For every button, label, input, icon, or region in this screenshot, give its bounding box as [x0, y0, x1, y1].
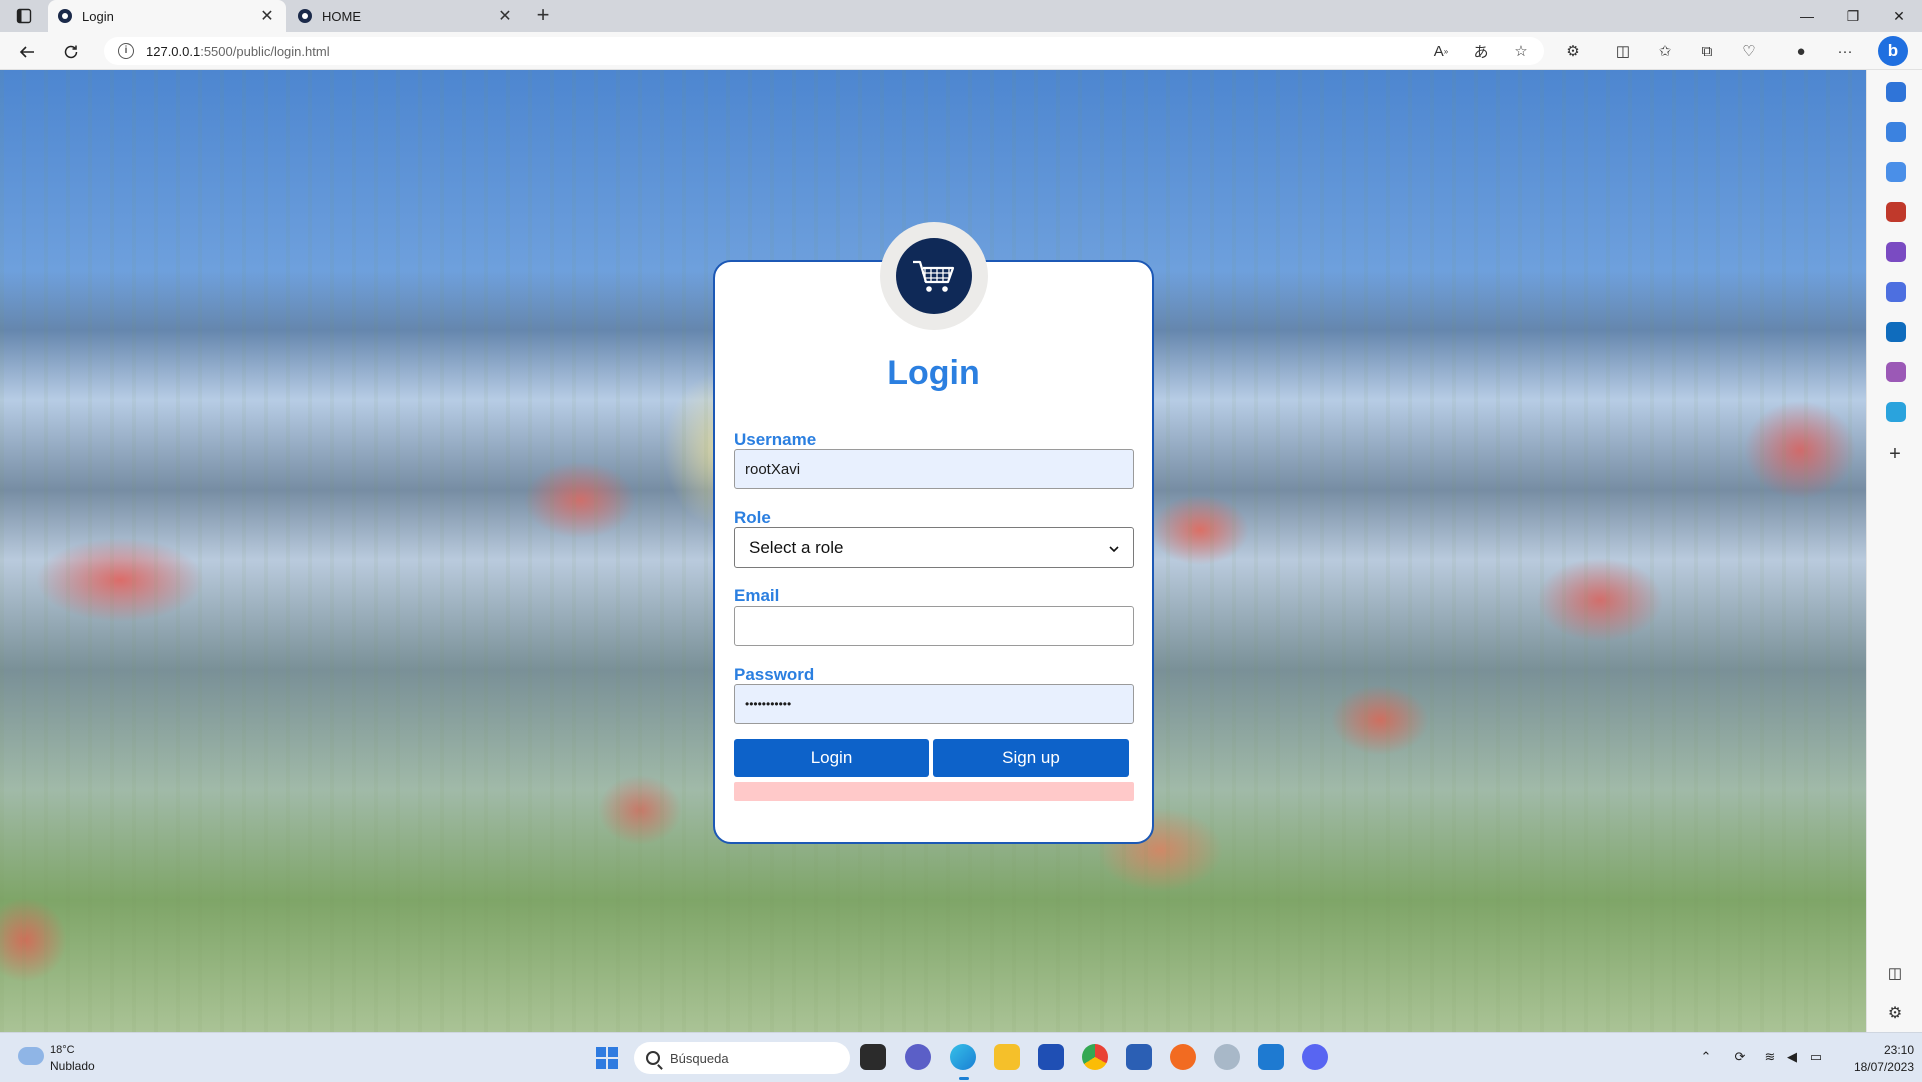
new-tab-button[interactable]: +: [530, 3, 556, 29]
username-input[interactable]: rootXavi: [734, 449, 1134, 489]
discord-icon[interactable]: [1302, 1044, 1328, 1070]
page-title: Login: [887, 354, 980, 392]
password-label: Password: [734, 665, 815, 684]
email-input[interactable]: [734, 606, 1134, 646]
word-icon[interactable]: [1126, 1044, 1152, 1070]
chrome-icon[interactable]: [1082, 1044, 1108, 1070]
login-button[interactable]: Login: [734, 739, 929, 777]
tab-strip: Login ✕ HOME ✕ + — ❐ ✕: [0, 0, 1922, 32]
designer-icon[interactable]: [1886, 362, 1906, 382]
add-icon[interactable]: +: [1885, 444, 1905, 464]
close-window-button[interactable]: ✕: [1876, 0, 1922, 32]
settings-icon[interactable]: ⚙: [1885, 1004, 1905, 1024]
more-icon[interactable]: ···: [1834, 40, 1856, 62]
performance-icon[interactable]: ♡: [1738, 40, 1760, 62]
file-explorer-icon[interactable]: [994, 1044, 1020, 1070]
telegram-icon[interactable]: [1886, 402, 1906, 422]
wifi-icon[interactable]: ≋: [1762, 1049, 1778, 1065]
search-icon: [646, 1051, 660, 1065]
favorites-icon[interactable]: ✩: [1654, 40, 1676, 62]
signup-button[interactable]: Sign up: [933, 739, 1129, 777]
split-screen-icon[interactable]: ◫: [1612, 40, 1634, 62]
bing-copilot-button[interactable]: b: [1878, 36, 1908, 66]
tab-label: Login: [82, 8, 114, 24]
address-bar[interactable]: i 127.0.0.1:5500/public/login.html: [104, 37, 1544, 65]
page-background: Login Username rootXavi Role Select a ro…: [0, 70, 1866, 1032]
active-indicator: [959, 1077, 969, 1080]
sidebar-toggle-icon[interactable]: ◫: [1885, 964, 1905, 984]
taskbar: 18°C Nublado Búsqueda ⌃ ⟳ ≋ ◀ ▭ 23:10 18…: [0, 1032, 1922, 1082]
teams-icon[interactable]: [905, 1044, 931, 1070]
toolbox-icon[interactable]: [1886, 202, 1906, 222]
info-icon[interactable]: i: [118, 43, 134, 59]
weather-temperature: 18°C: [50, 1044, 75, 1056]
edge-sidebar: + ◫ ⚙: [1866, 70, 1922, 1032]
tab-actions-icon[interactable]: [8, 4, 40, 28]
collections-icon[interactable]: ⧉: [1696, 40, 1718, 62]
translate-icon[interactable]: あ: [1470, 40, 1492, 62]
windows-start-icon[interactable]: [596, 1047, 618, 1069]
refresh-icon[interactable]: [58, 39, 84, 65]
weather-description: Nublado: [50, 1059, 95, 1073]
tab-label: HOME: [322, 8, 361, 24]
extensions-icon[interactable]: ⚙: [1562, 40, 1584, 62]
games-icon[interactable]: [1886, 242, 1906, 262]
sync-icon[interactable]: ⟳: [1732, 1049, 1748, 1065]
clock-date[interactable]: 18/07/2023: [1840, 1060, 1914, 1074]
task-view-icon[interactable]: [860, 1044, 886, 1070]
clock-time[interactable]: 23:10: [1868, 1043, 1914, 1057]
office-icon[interactable]: [1886, 282, 1906, 302]
password-input[interactable]: •••••••••••: [734, 684, 1134, 724]
site-favicon-icon: [298, 9, 312, 23]
role-select-value: Select a role: [749, 537, 844, 557]
outlook-icon[interactable]: [1886, 322, 1906, 342]
role-label: Role: [734, 508, 771, 527]
volume-icon[interactable]: ◀: [1784, 1049, 1800, 1065]
close-tab-icon[interactable]: ✕: [258, 6, 276, 26]
email-label: Email: [734, 586, 780, 605]
read-aloud-icon[interactable]: A»: [1430, 40, 1452, 62]
chevron-up-icon[interactable]: ⌃: [1698, 1049, 1714, 1065]
chevron-down-icon: [1109, 538, 1119, 558]
close-tab-icon[interactable]: ✕: [496, 6, 514, 26]
store-icon[interactable]: [1038, 1044, 1064, 1070]
login-card: Login Username rootXavi Role Select a ro…: [713, 222, 1154, 844]
cloud-icon[interactable]: [18, 1047, 44, 1065]
tab-login[interactable]: Login ✕: [48, 0, 286, 32]
cart-icon: [896, 238, 972, 314]
browser-toolbar: i 127.0.0.1:5500/public/login.html A» あ …: [0, 32, 1922, 70]
role-select[interactable]: Select a role: [734, 527, 1134, 568]
search-icon[interactable]: [1886, 122, 1906, 142]
app-icon[interactable]: [1214, 1044, 1240, 1070]
tab-home[interactable]: HOME ✕: [288, 0, 524, 32]
postman-icon[interactable]: [1170, 1044, 1196, 1070]
profile-icon[interactable]: ●: [1790, 40, 1812, 62]
error-message-bar: [734, 782, 1134, 801]
favorite-star-icon[interactable]: ☆: [1510, 40, 1532, 62]
battery-icon[interactable]: ▭: [1808, 1049, 1824, 1065]
restore-button[interactable]: ❐: [1830, 0, 1876, 32]
bell-icon[interactable]: [1886, 82, 1906, 102]
edge-icon[interactable]: [950, 1044, 976, 1070]
vscode-icon[interactable]: [1258, 1044, 1284, 1070]
taskbar-search[interactable]: Búsqueda: [634, 1042, 850, 1074]
tag-icon[interactable]: [1886, 162, 1906, 182]
minimize-button[interactable]: —: [1784, 0, 1830, 32]
search-placeholder: Búsqueda: [670, 1050, 729, 1066]
back-icon[interactable]: [14, 39, 40, 65]
logo-ring: [880, 222, 988, 330]
username-label: Username: [734, 430, 817, 449]
url-text: 127.0.0.1:5500/public/login.html: [146, 43, 330, 59]
site-favicon-icon: [58, 9, 72, 23]
